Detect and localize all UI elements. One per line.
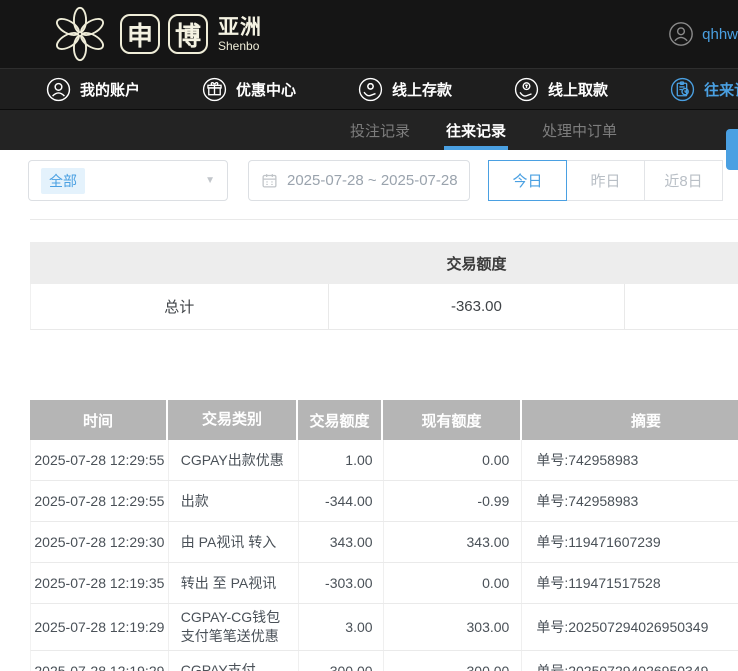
table-row: 2025-07-28 12:19:29 CGPAY-CG钱包支付笔笔送优惠 3.… [30, 604, 738, 651]
col-header-time: 时间 [30, 400, 168, 440]
date-range-value: 2025-07-28 ~ 2025-07-28 [287, 172, 458, 189]
nav-item-promotions[interactable]: 优惠中心 [202, 77, 296, 102]
summary-total-value: -363.00 [329, 284, 626, 329]
nav-label: 我的账户 [80, 79, 140, 100]
date-range-picker[interactable]: 2025-07-28 ~ 2025-07-28 [248, 160, 470, 201]
records-icon [670, 77, 695, 102]
table-header-row: 时间 交易类别 交易额度 现有额度 摘要 [30, 400, 738, 440]
tab-processing-orders[interactable]: 处理中订单 [542, 110, 617, 150]
cell-time: 2025-07-28 12:29:30 [31, 522, 169, 562]
summary-empty-cell [625, 284, 738, 329]
logo-char-box-2: 博 [168, 14, 208, 54]
cell-type: CGPAY支付 [169, 651, 299, 671]
nav-item-deposit[interactable]: 线上存款 [358, 77, 452, 102]
cell-balance: -0.99 [384, 481, 523, 521]
section-divider [30, 219, 738, 220]
cell-type: 出款 [169, 481, 299, 521]
nav-item-my-account[interactable]: 我的账户 [46, 77, 140, 102]
cell-time: 2025-07-28 12:19:29 [31, 604, 169, 650]
cell-memo: 单号:119471607239 [522, 522, 738, 562]
deposit-icon [358, 77, 383, 102]
cell-balance: 300.00 [384, 651, 523, 671]
logo-region-cn: 亚洲 [218, 17, 262, 38]
summary-table: 交易额度 总计 -363.00 [30, 242, 738, 330]
cell-amount: 300.00 [299, 651, 384, 671]
flower-logo-icon [52, 6, 108, 62]
sub-nav: 投注记录 往来记录 处理中订单 [0, 110, 738, 150]
brand-logo[interactable]: 申 博 亚洲 Shenbo [52, 6, 262, 62]
col-header-amount: 交易额度 [298, 400, 383, 440]
nav-label: 往来记录 [704, 79, 738, 100]
cell-amount: 3.00 [299, 604, 384, 650]
username-label[interactable]: qhhw [702, 26, 738, 43]
transactions-table: 时间 交易类别 交易额度 现有额度 摘要 2025-07-28 12:29:55… [30, 400, 738, 671]
cell-balance: 343.00 [384, 522, 523, 562]
cell-amount: -344.00 [299, 481, 384, 521]
table-row: 2025-07-28 12:29:55 出款 -344.00 -0.99 单号:… [30, 481, 738, 522]
summary-header-row: 交易额度 [30, 242, 738, 284]
user-avatar-icon [668, 21, 694, 47]
cell-time: 2025-07-28 12:19:35 [31, 563, 169, 603]
today-button[interactable]: 今日 [488, 160, 567, 201]
cell-type: CGPAY-CG钱包支付笔笔送优惠 [169, 604, 299, 650]
nav-item-records[interactable]: 往来记录 [670, 77, 738, 102]
type-select-value: 全部 [41, 168, 85, 194]
withdraw-icon [514, 77, 539, 102]
tab-transaction-records[interactable]: 往来记录 [446, 110, 506, 150]
cell-time: 2025-07-28 12:19:29 [31, 651, 169, 671]
chevron-down-icon: ▼ [205, 175, 215, 186]
cell-balance: 303.00 [384, 604, 523, 650]
tab-betting-records[interactable]: 投注记录 [350, 110, 410, 150]
cell-memo: 单号:202507294026950349 [522, 604, 738, 650]
col-header-balance: 现有额度 [383, 400, 522, 440]
table-row: 2025-07-28 12:29:30 由 PA视讯 转入 343.00 343… [30, 522, 738, 563]
cell-memo: 单号:742958983 [522, 481, 738, 521]
yesterday-button[interactable]: 昨日 [566, 160, 645, 201]
filter-bar: 全部 ▼ 2025-07-28 ~ 2025-07-28 今日 昨日 近8日 [28, 160, 738, 201]
cell-type: 由 PA视讯 转入 [169, 522, 299, 562]
logo-region: 亚洲 Shenbo [218, 17, 262, 52]
summary-total-label: 总计 [31, 284, 329, 329]
cell-time: 2025-07-28 12:29:55 [31, 440, 169, 480]
col-header-memo: 摘要 [522, 400, 738, 440]
last-8-days-button[interactable]: 近8日 [644, 160, 723, 201]
quick-date-buttons: 今日 昨日 近8日 [488, 160, 723, 201]
table-row: 2025-07-28 12:29:55 CGPAY出款优惠 1.00 0.00 … [30, 440, 738, 481]
cell-balance: 0.00 [384, 563, 523, 603]
logo-region-en: Shenbo [218, 40, 262, 52]
search-button[interactable] [726, 129, 738, 170]
calendar-icon [261, 172, 278, 189]
account-icon [46, 77, 71, 102]
cell-memo: 单号:742958983 [522, 440, 738, 480]
col-header-type: 交易类别 [168, 400, 298, 440]
top-header: 申 博 亚洲 Shenbo qhhw [0, 0, 738, 68]
cell-type: CGPAY出款优惠 [169, 440, 299, 480]
summary-total-row: 总计 -363.00 [30, 284, 738, 330]
nav-label: 线上取款 [548, 79, 608, 100]
gift-icon [202, 77, 227, 102]
nav-label: 优惠中心 [236, 79, 296, 100]
cell-type: 转出 至 PA视讯 [169, 563, 299, 603]
table-row: 2025-07-28 12:19:29 CGPAY支付 300.00 300.0… [30, 651, 738, 671]
main-nav: 我的账户 优惠中心 线上存款 [0, 68, 738, 110]
cell-amount: 1.00 [299, 440, 384, 480]
logo-char-box-1: 申 [120, 14, 160, 54]
cell-amount: -303.00 [299, 563, 384, 603]
cell-balance: 0.00 [384, 440, 523, 480]
cell-memo: 单号:202507294026950349 [522, 651, 738, 671]
cell-amount: 343.00 [299, 522, 384, 562]
nav-label: 线上存款 [392, 79, 452, 100]
cell-memo: 单号:119471517528 [522, 563, 738, 603]
cell-time: 2025-07-28 12:29:55 [31, 481, 169, 521]
table-row: 2025-07-28 12:19:35 转出 至 PA视讯 -303.00 0.… [30, 563, 738, 604]
nav-item-withdraw[interactable]: 线上取款 [514, 77, 608, 102]
type-select[interactable]: 全部 ▼ [28, 160, 228, 201]
summary-column-header: 交易额度 [328, 253, 625, 274]
user-account[interactable]: qhhw [668, 21, 738, 47]
